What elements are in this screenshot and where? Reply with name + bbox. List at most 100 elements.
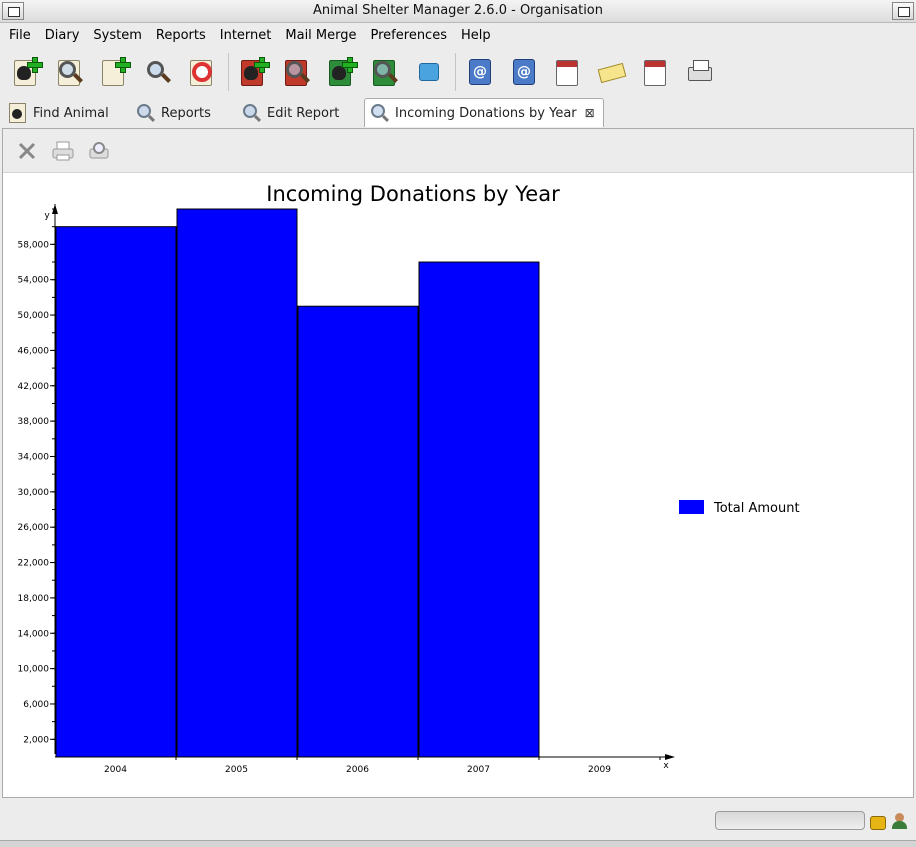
add-animal-icon <box>11 57 43 87</box>
reports-icon <box>135 102 157 124</box>
report-panel: Incoming Donations by Year y x 2,000 6,00… <box>2 128 914 798</box>
user-icon <box>891 812 909 830</box>
menu-help[interactable]: Help <box>454 28 498 43</box>
y-tick-label: 2,000 <box>23 735 49 745</box>
y-tick-label: 38,000 <box>18 417 50 427</box>
print-icon <box>685 57 715 87</box>
menu-bar: File Diary System Reports Internet Mail … <box>0 24 916 46</box>
window-title: Animal Shelter Manager 2.6.0 - Organisat… <box>313 3 603 18</box>
match-button[interactable] <box>411 54 447 90</box>
window-titlebar: Animal Shelter Manager 2.6.0 - Organisat… <box>0 0 916 23</box>
print-report-button[interactable] <box>49 137 77 165</box>
add-animal-button[interactable] <box>8 54 44 90</box>
y-tick-label: 22,000 <box>18 559 50 569</box>
legend-label: Total Amount <box>713 501 800 516</box>
y-tick-label: 34,000 <box>18 452 50 462</box>
find-found-animal-icon <box>370 57 400 87</box>
close-report-button[interactable] <box>13 137 41 165</box>
x-tick-label: 2004 <box>104 765 127 775</box>
y-tick-label: 50,000 <box>18 311 50 321</box>
bar-2007 <box>418 261 540 758</box>
chart-title: Incoming Donations by Year <box>266 182 560 206</box>
status-bar <box>0 800 916 840</box>
edit-report-icon <box>241 102 263 124</box>
tab-reports[interactable]: Reports <box>130 98 236 127</box>
menu-diary[interactable]: Diary <box>38 28 87 43</box>
add-owner-icon <box>99 57 131 87</box>
y-tick-label: 10,000 <box>18 665 50 675</box>
legend-swatch <box>679 500 704 514</box>
bar-2006 <box>297 305 419 758</box>
x-tick-label: 2009 <box>588 765 611 775</box>
tab-find-animal[interactable]: Find Animal <box>2 98 130 127</box>
add-owner-button[interactable] <box>96 54 132 90</box>
print-icon <box>52 141 74 160</box>
mail-merge-icon: @ <box>465 57 495 87</box>
find-lost-animal-icon <box>282 57 312 87</box>
find-lost-animal-button[interactable] <box>279 54 315 90</box>
window-bottom-border <box>0 840 916 847</box>
address-book-button[interactable]: @ <box>506 54 542 90</box>
coins-icon <box>869 812 887 830</box>
y-tick-label: 42,000 <box>18 382 50 392</box>
diary-icon <box>553 57 583 87</box>
chart-legend: Total Amount <box>679 500 800 516</box>
tab-label: Edit Report <box>267 105 340 121</box>
x-axis-label: x <box>663 761 669 771</box>
x-tick-label: 2006 <box>346 765 369 775</box>
tab-close-icon[interactable]: ⊠ <box>585 106 595 120</box>
report-icon <box>369 102 391 124</box>
menu-internet[interactable]: Internet <box>213 28 279 43</box>
add-lost-animal-icon <box>238 57 270 87</box>
menu-file[interactable]: File <box>2 28 38 43</box>
y-tick-label: 18,000 <box>18 594 50 604</box>
bar-group <box>55 208 540 758</box>
bar-2004 <box>55 226 177 758</box>
print-preview-icon <box>89 141 109 158</box>
tab-label: Incoming Donations by Year <box>395 105 577 121</box>
report-toolbar <box>3 129 913 173</box>
tab-edit-report[interactable]: Edit Report <box>236 98 364 127</box>
menu-reports[interactable]: Reports <box>149 28 213 43</box>
print-preview-button[interactable] <box>85 137 113 165</box>
lost-found-icon <box>187 57 217 87</box>
close-icon <box>18 142 36 159</box>
tab-label: Reports <box>161 105 211 121</box>
messages-button[interactable] <box>594 54 630 90</box>
calendar-task-icon <box>641 57 671 87</box>
print-button[interactable] <box>682 54 718 90</box>
x-axis-arrow <box>665 754 675 760</box>
y-axis-ticks: 2,000 6,000 10,000 14,000 18,000 22,000 26,000… <box>18 208 55 745</box>
find-owner-button[interactable] <box>140 54 176 90</box>
find-found-animal-button[interactable] <box>367 54 403 90</box>
find-animal-icon <box>7 102 29 124</box>
y-tick-label: 30,000 <box>18 488 50 498</box>
tab-label: Find Animal <box>33 105 109 121</box>
y-tick-label: 26,000 <box>18 523 50 533</box>
menu-preferences[interactable]: Preferences <box>364 28 454 43</box>
tab-incoming-donations[interactable]: Incoming Donations by Year ⊠ <box>364 98 604 127</box>
donations-chart: Incoming Donations by Year y x 2,000 6,00… <box>18 182 800 775</box>
lost-found-button[interactable] <box>184 54 220 90</box>
y-axis-label: y <box>44 211 50 221</box>
find-owner-icon <box>143 57 173 87</box>
window-maximize-button[interactable] <box>892 2 914 20</box>
y-tick-label: 46,000 <box>18 346 50 356</box>
y-tick-label: 6,000 <box>23 700 49 710</box>
toolbar-separator <box>228 53 229 91</box>
toolbar-separator <box>455 53 456 91</box>
mail-merge-button[interactable]: @ <box>462 54 498 90</box>
menu-system[interactable]: System <box>86 28 148 43</box>
y-tick-label: 14,000 <box>18 629 50 639</box>
address-book-icon: @ <box>509 57 539 87</box>
add-found-animal-icon <box>326 57 358 87</box>
add-found-animal-button[interactable] <box>323 54 359 90</box>
y-tick-label: 58,000 <box>18 240 50 250</box>
calendar-task-button[interactable] <box>638 54 674 90</box>
add-lost-animal-button[interactable] <box>235 54 271 90</box>
diary-button[interactable] <box>550 54 586 90</box>
x-axis-ticks: 2004 2005 2006 2007 2009 <box>104 757 661 775</box>
x-tick-label: 2007 <box>467 765 490 775</box>
find-animal-button[interactable] <box>52 54 88 90</box>
menu-mail-merge[interactable]: Mail Merge <box>278 28 363 43</box>
